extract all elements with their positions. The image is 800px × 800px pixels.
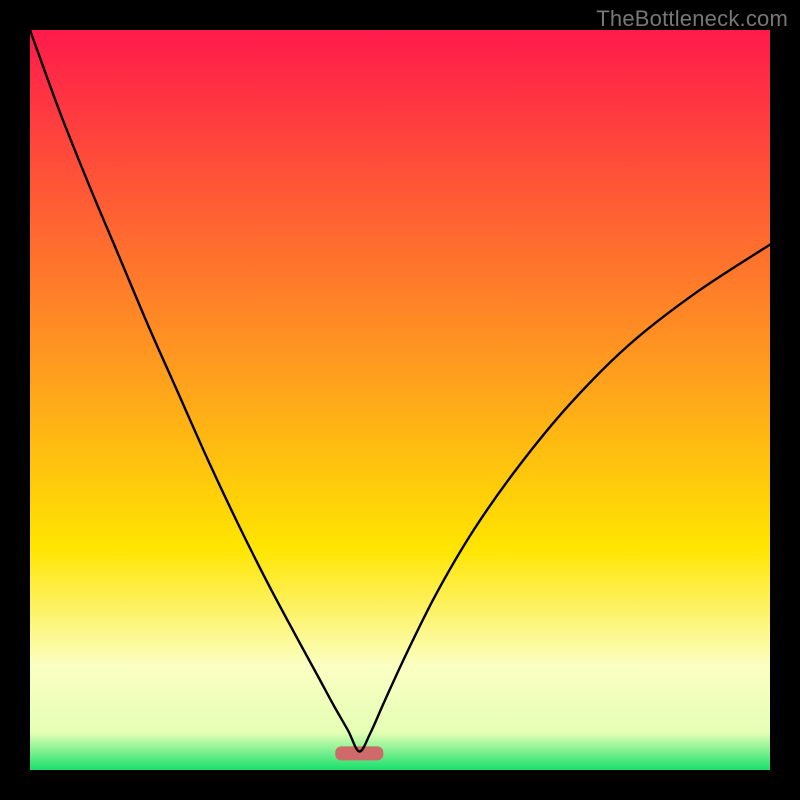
- chart-background: [30, 30, 770, 770]
- chart-svg: [30, 30, 770, 770]
- chart-frame: [30, 30, 770, 770]
- dip-marker: [335, 746, 383, 760]
- watermark-text: TheBottleneck.com: [596, 6, 788, 32]
